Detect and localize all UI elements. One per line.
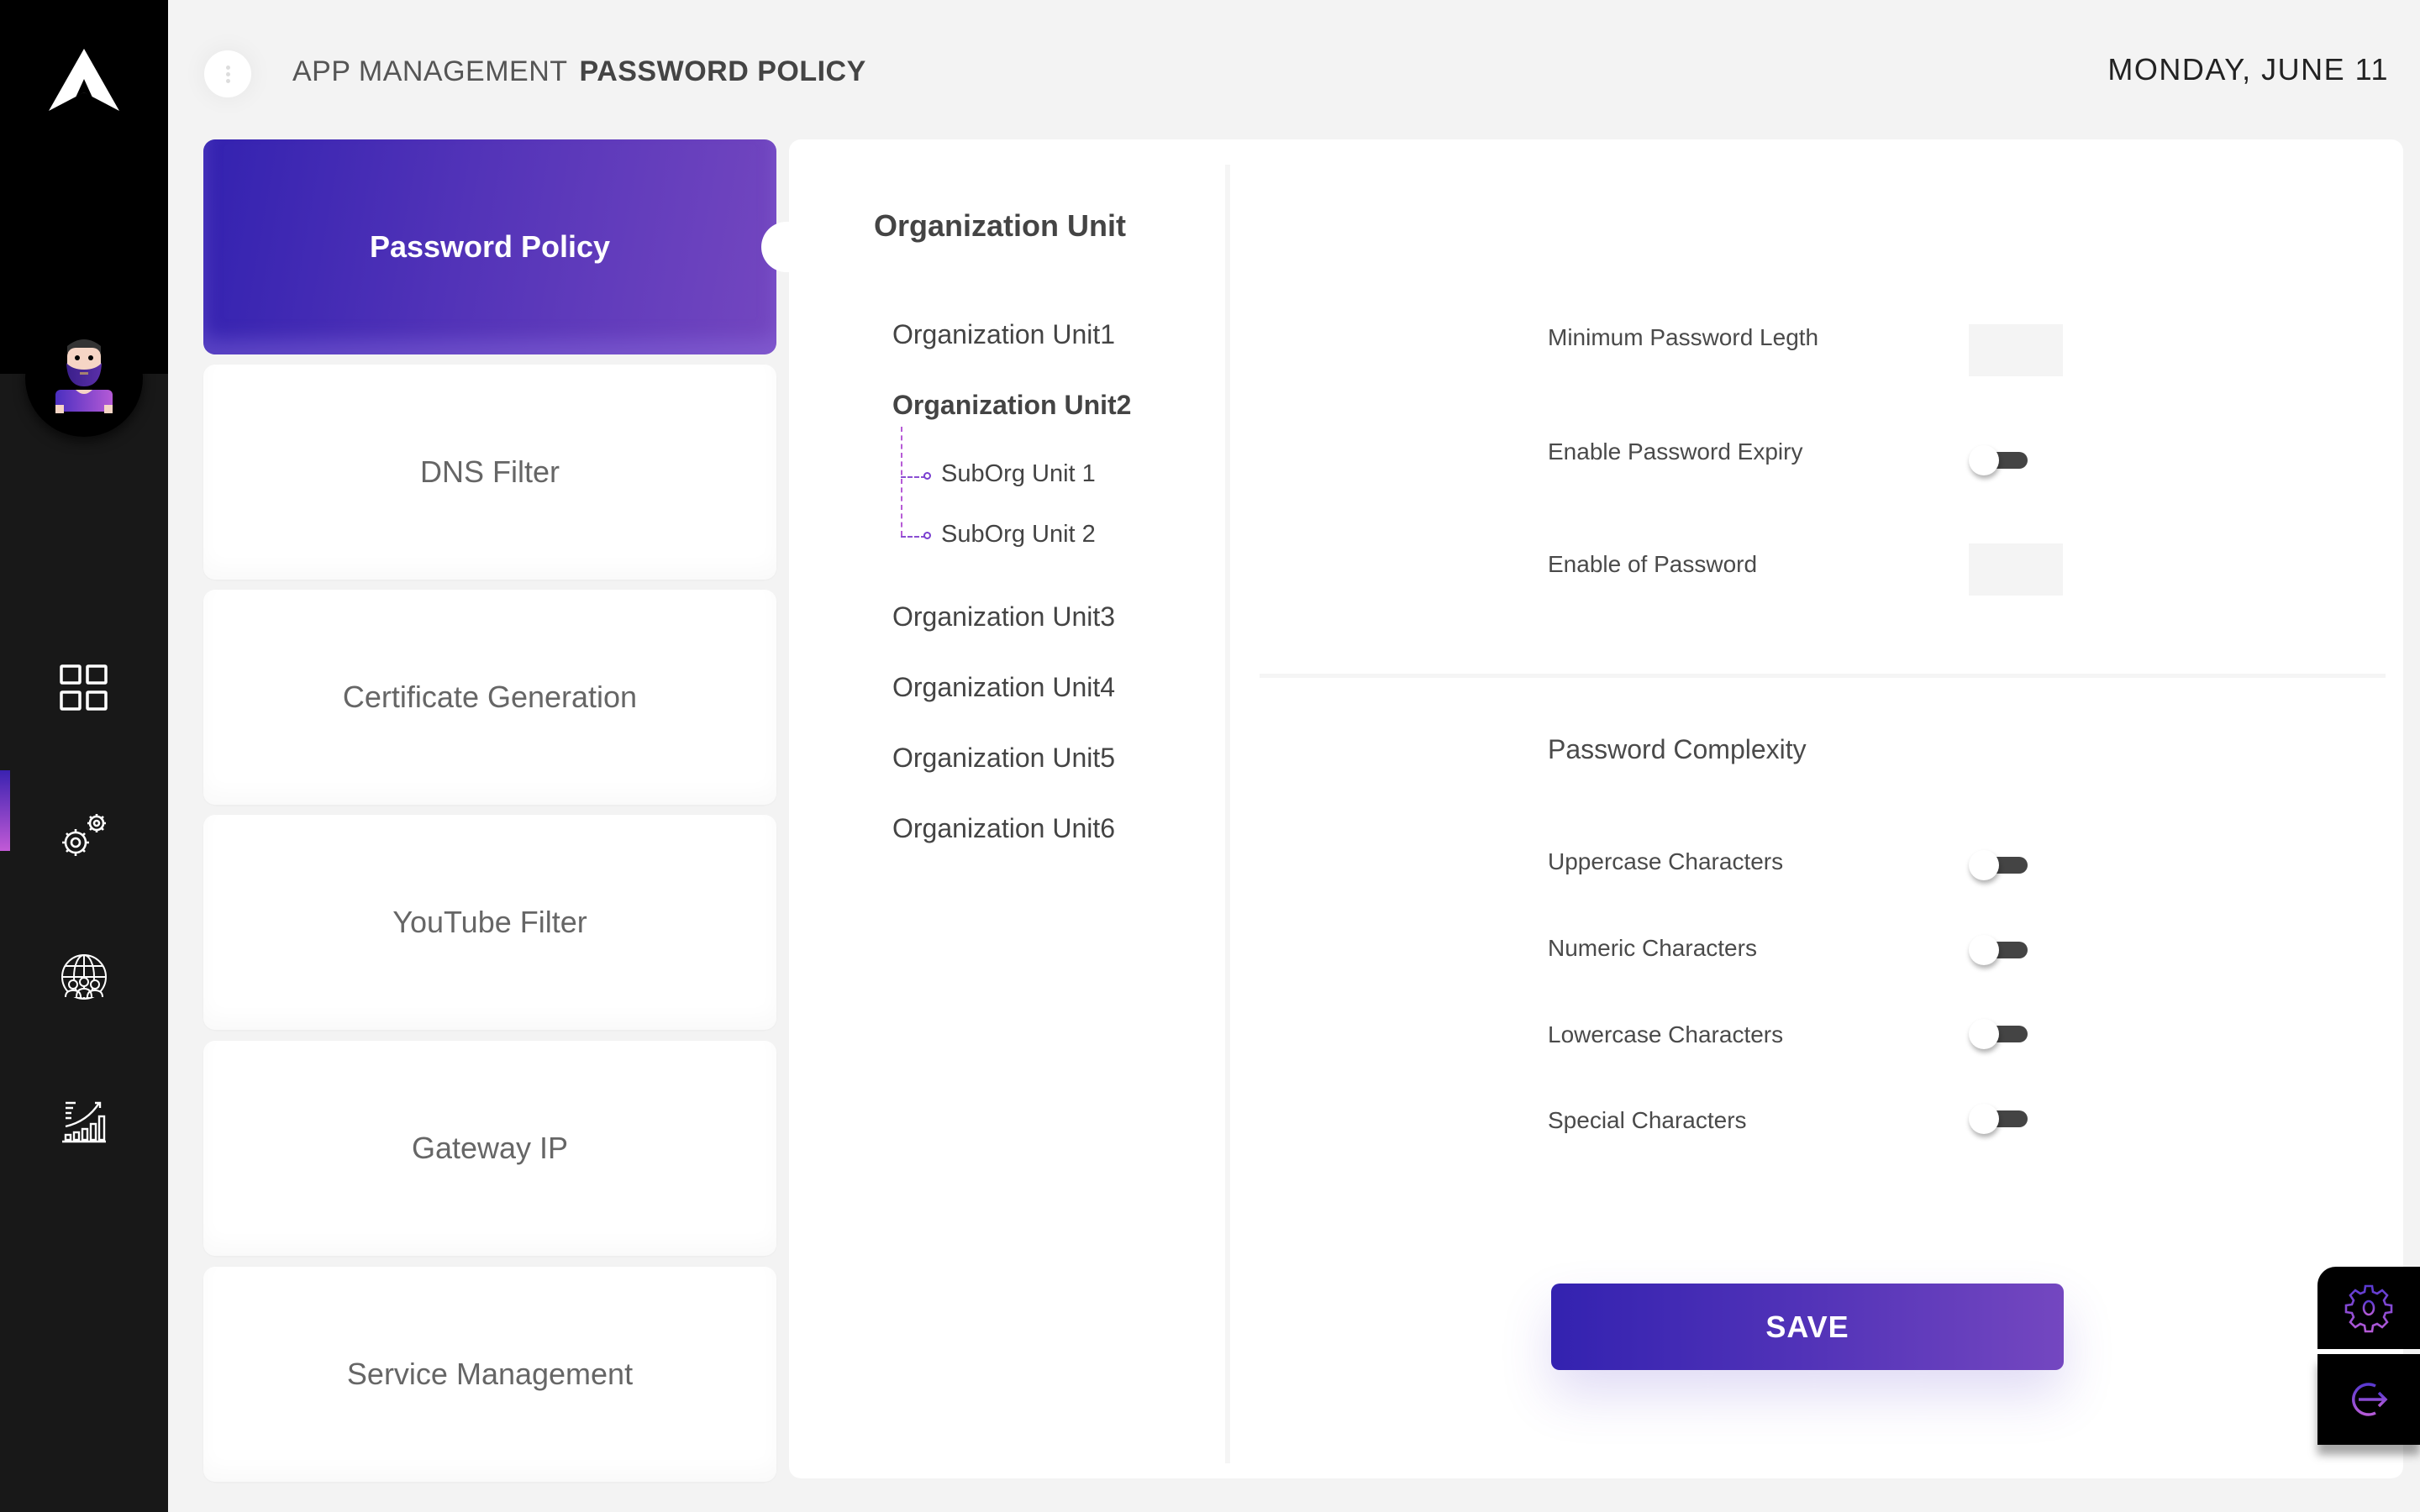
- toggle-knob: [1969, 935, 1999, 965]
- uppercase-label: Uppercase Characters: [1548, 848, 1784, 874]
- card-youtube-filter[interactable]: YouTube Filter: [203, 815, 776, 1030]
- user-avatar[interactable]: [52, 334, 116, 415]
- tree-node-dot: [923, 472, 931, 480]
- growth-chart-icon: [62, 1101, 106, 1143]
- suborg-unit-item[interactable]: SubOrg Unit 1: [941, 460, 1096, 488]
- card-label: DNS Filter: [419, 454, 560, 489]
- breadcrumb-parent[interactable]: APP MANAGEMENT: [292, 55, 568, 87]
- sidebar-item-analytics[interactable]: [0, 1079, 168, 1163]
- enable-of-password-label: Enable of Password: [1548, 551, 1758, 577]
- toggle-knob: [1969, 1104, 1999, 1134]
- password-complexity-title: Password Complexity: [1548, 734, 1807, 764]
- org-unit-item[interactable]: Organization Unit3: [892, 601, 1115, 633]
- toggle-knob: [1969, 850, 1999, 880]
- current-date: MONDAY, JUNE 11: [2107, 52, 2389, 87]
- settings-button[interactable]: [2317, 1267, 2420, 1349]
- grid-icon: [60, 664, 108, 711]
- min-password-length-label: Minimum Password Legth: [1548, 324, 1819, 350]
- org-unit-item[interactable]: Organization Unit4: [892, 672, 1115, 703]
- lowercase-toggle[interactable]: [1969, 1016, 2029, 1053]
- card-label: Password Policy: [369, 229, 611, 264]
- card-label: Certificate Generation: [342, 680, 638, 714]
- main-panel: Organization Unit Organization Unit1 Org…: [789, 139, 2403, 1478]
- logout-icon: [2352, 1383, 2388, 1416]
- tree-connector: [901, 427, 902, 536]
- card-label: Gateway IP: [411, 1131, 569, 1165]
- dot: [225, 65, 230, 70]
- min-password-length-input[interactable]: [1969, 324, 2063, 376]
- tree-node-dot: [923, 532, 931, 539]
- tree-connector: [901, 476, 926, 478]
- gear-icon: [2344, 1284, 2393, 1333]
- breadcrumb: APP MANAGEMENT PASSWORD POLICY: [292, 55, 866, 88]
- special-label: Special Characters: [1548, 1107, 1747, 1133]
- numeric-label: Numeric Characters: [1548, 935, 1757, 961]
- password-expiry-toggle[interactable]: [1969, 442, 2029, 479]
- uppercase-toggle[interactable]: [1969, 847, 2029, 884]
- enable-of-password-input[interactable]: [1969, 543, 2063, 596]
- suborg-unit-item[interactable]: SubOrg Unit 2: [941, 521, 1096, 549]
- lowercase-label: Lowercase Characters: [1548, 1021, 1784, 1047]
- logout-button[interactable]: [2317, 1354, 2420, 1445]
- column-divider: [1225, 165, 1230, 1463]
- sidebar-item-dashboard[interactable]: [0, 647, 168, 731]
- special-toggle[interactable]: [1969, 1100, 2029, 1137]
- sidebar: [0, 0, 168, 1512]
- breadcrumb-current: PASSWORD POLICY: [579, 55, 866, 87]
- gears-icon: [62, 814, 106, 856]
- password-expiry-label: Enable Password Expiry: [1548, 438, 1803, 465]
- globe-users-icon: [61, 954, 107, 1000]
- org-unit-item[interactable]: Organization Unit1: [892, 319, 1115, 350]
- card-dns-filter[interactable]: DNS Filter: [203, 365, 776, 580]
- card-label: YouTube Filter: [392, 905, 587, 939]
- sidebar-item-app-management[interactable]: [0, 794, 168, 878]
- org-unit-heading: Organization Unit: [874, 208, 1126, 243]
- toggle-knob: [1969, 445, 1999, 475]
- card-password-policy[interactable]: Password Policy: [203, 139, 790, 354]
- dot: [225, 78, 230, 83]
- org-unit-item[interactable]: Organization Unit5: [892, 743, 1115, 774]
- sidebar-item-network[interactable]: [0, 937, 168, 1021]
- card-service-management[interactable]: Service Management: [203, 1267, 776, 1482]
- numeric-toggle[interactable]: [1969, 932, 2029, 969]
- toggle-knob: [1969, 1019, 1999, 1049]
- tree-connector: [901, 536, 926, 538]
- section-divider: [1260, 674, 2386, 678]
- dot: [225, 71, 230, 76]
- logo-a-icon[interactable]: [49, 49, 119, 111]
- menu-button[interactable]: [204, 50, 251, 97]
- org-unit-item[interactable]: Organization Unit6: [892, 813, 1115, 844]
- card-gateway-ip[interactable]: Gateway IP: [203, 1041, 776, 1256]
- org-unit-item-selected[interactable]: Organization Unit2: [892, 390, 1131, 421]
- active-card-pointer: [761, 222, 790, 272]
- save-button[interactable]: SAVE: [1551, 1284, 2064, 1370]
- card-certificate-generation[interactable]: Certificate Generation: [203, 590, 776, 805]
- card-label: Service Management: [346, 1357, 634, 1391]
